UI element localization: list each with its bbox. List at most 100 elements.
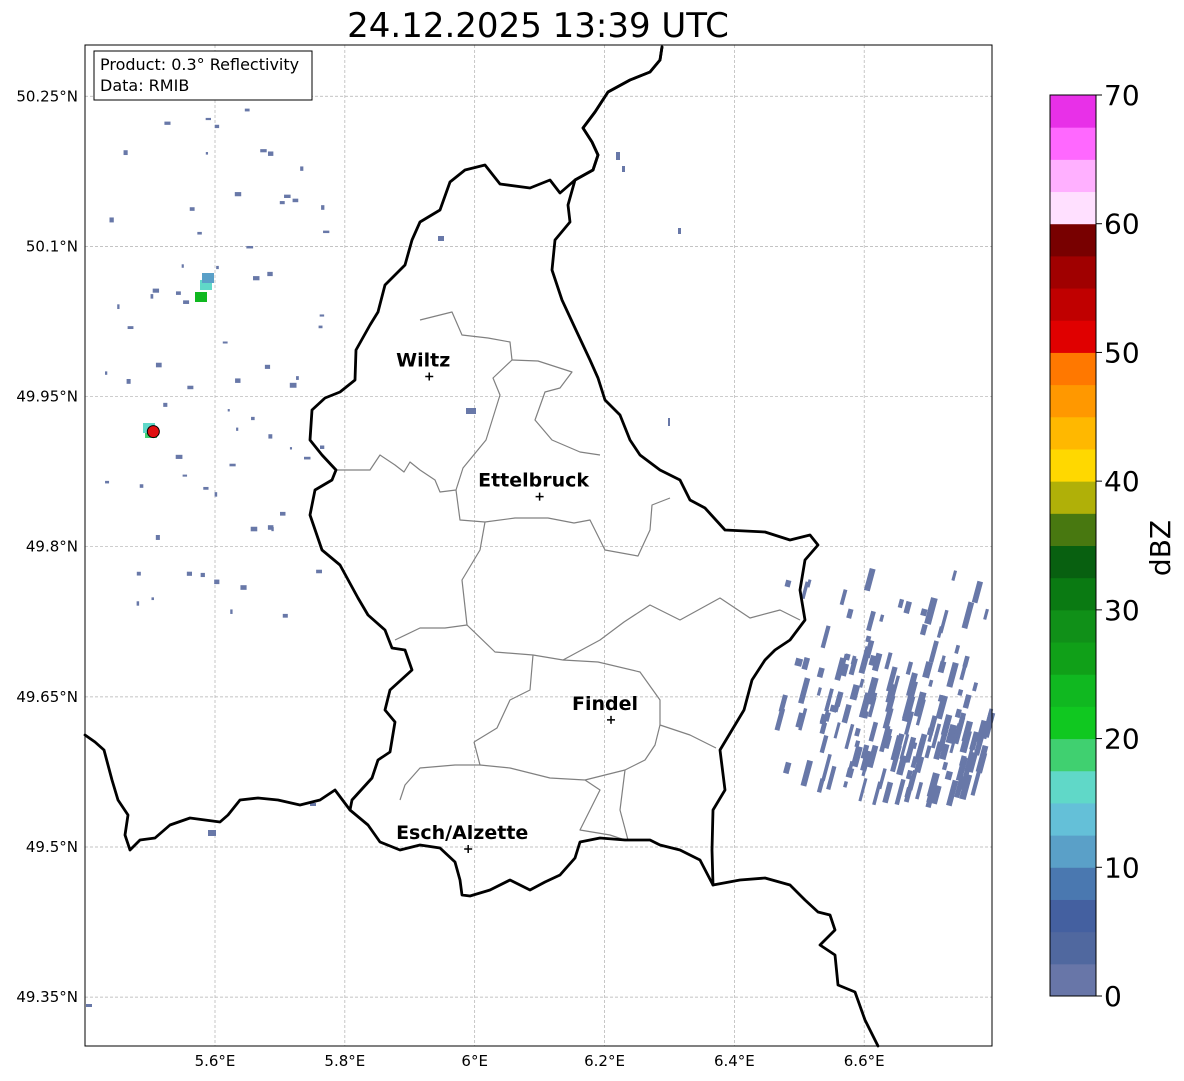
x-tick-label: 6.6°E <box>844 1052 885 1070</box>
colorbar-segment <box>1050 320 1096 353</box>
echo-cell <box>318 325 323 329</box>
echo-cell <box>155 362 162 368</box>
echo-cell <box>303 456 311 460</box>
colorbar-segment <box>1050 963 1096 997</box>
y-tick-label: 49.95°N <box>16 388 78 406</box>
echo-cell <box>151 597 154 601</box>
echo-cell <box>186 571 192 576</box>
echo-cell <box>216 265 219 270</box>
colorbar-segment <box>1050 481 1096 514</box>
y-tick-label: 49.65°N <box>16 688 78 706</box>
colorbar-segment <box>1050 577 1096 611</box>
echo-cell <box>152 288 160 293</box>
echo-cell <box>300 166 304 171</box>
map-plot-area: Wiltz Ettelbruck Findel Esch/Alzette <box>83 44 996 1048</box>
echo-cell <box>678 228 681 234</box>
colorbar-segment <box>1050 352 1096 386</box>
echo-cell <box>126 378 131 384</box>
colorbar-segment <box>1050 545 1096 579</box>
y-tick-label: 49.5°N <box>26 838 78 856</box>
echo-cell <box>296 376 299 380</box>
colorbar-segment <box>1050 738 1096 772</box>
x-tick-label: 5.6°E <box>195 1052 236 1070</box>
echo-cell <box>292 198 299 203</box>
colorbar-segment <box>1050 448 1096 482</box>
echo-cell <box>234 192 242 197</box>
echo-cell <box>268 434 273 439</box>
info-box: Product: 0.3° Reflectivity Data: RMIB <box>93 50 313 101</box>
city-label: Ettelbruck <box>478 470 589 492</box>
colorbar-tick-label: 0 <box>1104 980 1122 1013</box>
colorbar-segment <box>1050 609 1096 643</box>
echo-cell <box>200 572 205 578</box>
echo-cell <box>235 378 241 383</box>
echo-cell <box>227 409 230 412</box>
echo-cell <box>197 231 202 235</box>
echo-cell <box>251 416 255 421</box>
echo-cell <box>321 205 325 210</box>
echo-cell <box>230 609 233 614</box>
colorbar-ticks: 0 10 20 30 40 50 60 70 <box>1096 79 1140 1013</box>
x-tick-label: 6°E <box>461 1052 488 1070</box>
echo-cell <box>319 445 325 449</box>
echo-cell <box>222 341 228 344</box>
colorbar-segment <box>1050 802 1096 836</box>
echo-cell <box>136 571 141 576</box>
echo-cell <box>187 385 194 390</box>
echo-cell <box>123 150 128 156</box>
echo-cell <box>183 300 190 304</box>
x-tick-label: 6.2°E <box>584 1052 625 1070</box>
y-tick-label: 50.25°N <box>16 87 78 105</box>
echo-cell <box>181 264 184 268</box>
echo-cell <box>319 314 325 317</box>
echo-cell <box>127 326 134 330</box>
y-tick-label: 49.35°N <box>16 988 78 1006</box>
city-label: Findel <box>572 693 638 715</box>
colorbar-segment <box>1050 159 1096 193</box>
colorbar-tick-label: 60 <box>1104 208 1140 241</box>
echo-cell <box>214 124 220 129</box>
echo-cell <box>668 418 670 426</box>
echo-cell <box>253 276 260 281</box>
echo-cell <box>316 569 322 574</box>
echo-cell <box>289 447 293 450</box>
echo-cell <box>105 371 108 375</box>
echo-cell <box>164 121 171 125</box>
info-product: Product: 0.3° Reflectivity <box>100 55 299 74</box>
echo-cell <box>280 511 286 516</box>
echo-cell <box>289 382 297 388</box>
x-tick-label: 6.4°E <box>714 1052 755 1070</box>
colorbar-segment <box>1050 95 1096 128</box>
colorbar-tick-label: 30 <box>1104 594 1140 627</box>
colorbar-segment <box>1050 223 1096 257</box>
echo-cell <box>271 527 274 532</box>
echo-cell <box>205 152 209 155</box>
colorbar-segment <box>1050 867 1096 900</box>
echo-cell <box>139 484 144 488</box>
echo-cell <box>438 236 444 241</box>
colorbar-segment <box>1050 770 1096 804</box>
echo-cell <box>214 492 218 497</box>
colorbar-tick-label: 20 <box>1104 723 1140 756</box>
colorbar-tick-label: 40 <box>1104 465 1140 498</box>
colorbar-segment <box>1050 706 1096 740</box>
echo-cell <box>260 149 267 153</box>
colorbar-tick-label: 70 <box>1104 79 1140 112</box>
echo-cell <box>244 108 250 112</box>
colorbar-tick-label: 50 <box>1104 336 1140 369</box>
colorbar-segment <box>1050 899 1096 933</box>
echo-cell <box>616 152 620 160</box>
echo-cell <box>150 294 154 299</box>
info-source: Data: RMIB <box>100 76 189 95</box>
colorbar-label: dBZ <box>1144 520 1177 576</box>
radar-figure: 24.12.2025 13:39 UTC Wiltz Ettelbruck Find… <box>16 6 1177 1070</box>
echo-cell <box>466 408 476 414</box>
echo-cell <box>240 585 247 590</box>
echo-cell <box>279 201 285 205</box>
echo-cell <box>109 217 114 223</box>
colorbar-segment <box>1050 416 1096 450</box>
echo-cell <box>208 830 216 836</box>
x-tick-label: 5.8°E <box>324 1052 365 1070</box>
city-label: Esch/Alzette <box>396 822 528 844</box>
echo-cell <box>175 291 181 295</box>
